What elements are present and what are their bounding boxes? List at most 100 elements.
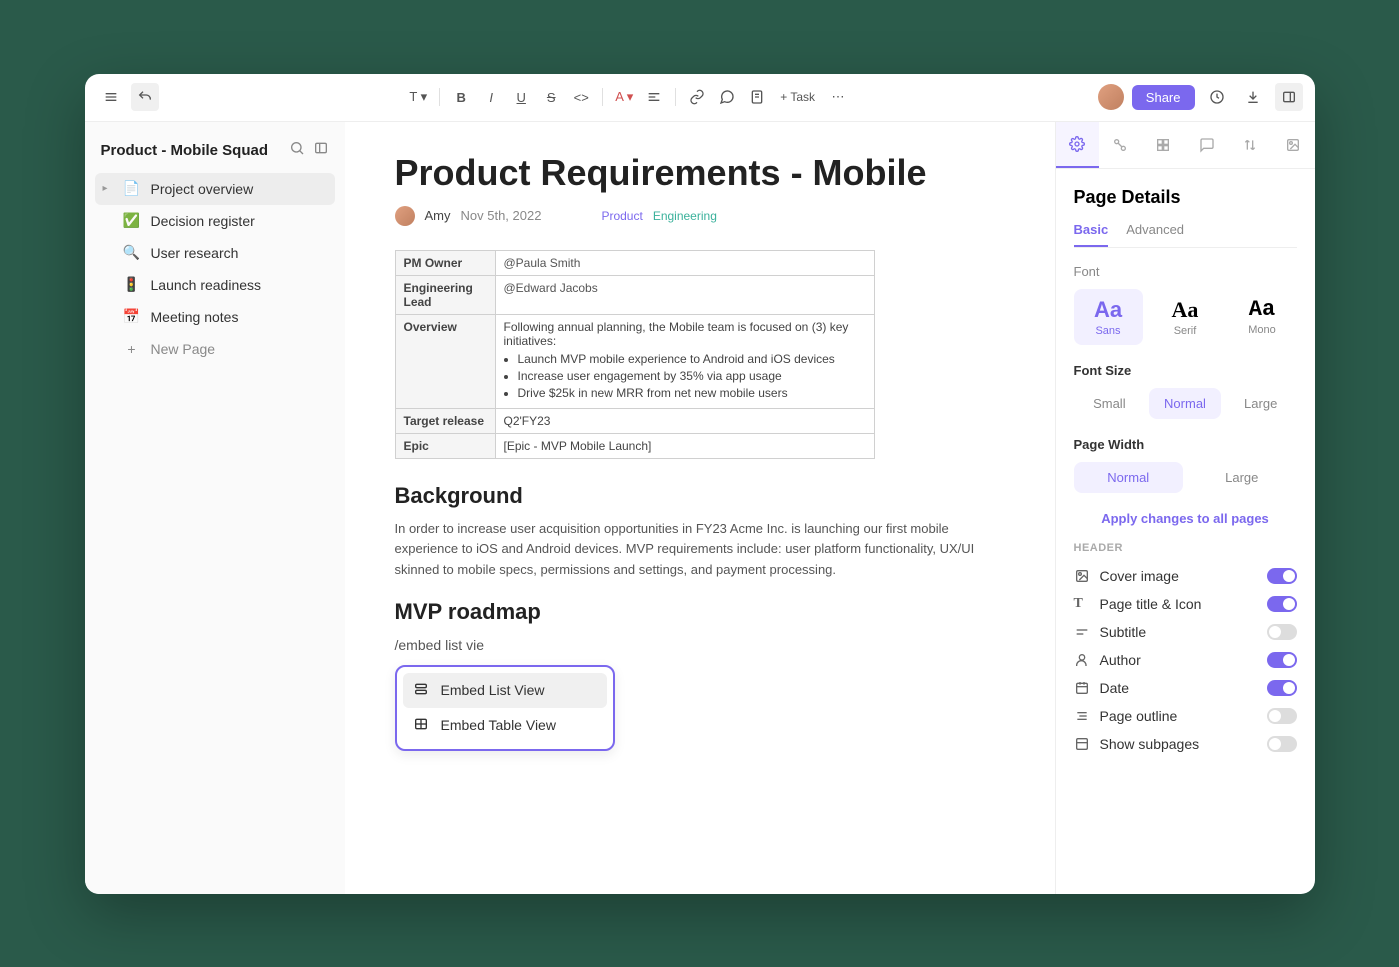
toggle-row: TPage title & Icon [1074,590,1297,618]
sidebar: Product - Mobile Squad ▸📄Project overvie… [85,122,345,894]
text-style-dropdown[interactable]: T ▾ [405,84,431,110]
underline-button[interactable]: U [508,84,534,110]
italic-button[interactable]: I [478,84,504,110]
page-meta: Amy Nov 5th, 2022 Product Engineering [395,206,1005,226]
toggle-row: Author [1074,646,1297,674]
sidebar-item[interactable]: ▸📄Project overview [95,173,335,205]
more-button[interactable]: ⋯ [825,84,851,110]
background-heading[interactable]: Background [395,483,1005,509]
outline-icon [1074,708,1090,724]
size-large[interactable]: Large [1225,388,1297,419]
page-title[interactable]: Product Requirements - Mobile [395,152,1005,194]
nav-label: Meeting notes [151,309,239,325]
undo-icon[interactable] [131,83,159,111]
tag-product[interactable]: Product [601,209,642,223]
toggle-label: Date [1100,680,1130,696]
nav-icon: 🔍 [123,244,141,262]
toggle-label: Subtitle [1100,624,1147,640]
history-icon[interactable] [1203,83,1231,111]
overview-bullet: Increase user engagement by 35% via app … [518,369,866,383]
share-button[interactable]: Share [1132,85,1195,110]
page-details-panel: Page Details Basic Advanced Font AaSans … [1055,122,1315,894]
overview-cell[interactable]: Following annual planning, the Mobile te… [495,314,874,408]
download-icon[interactable] [1239,83,1267,111]
comment-button[interactable] [714,84,740,110]
panel-toggle-icon[interactable] [1275,83,1303,111]
author-icon [1074,652,1090,668]
settings-tab-icon[interactable] [1056,122,1099,168]
header-section: HEADER [1074,542,1297,554]
tag-engineering[interactable]: Engineering [653,209,717,223]
font-mono[interactable]: AaMono [1228,289,1297,345]
nav-label: Decision register [151,213,255,229]
attachment-button[interactable] [744,84,770,110]
code-button[interactable]: <> [568,84,594,110]
size-small[interactable]: Small [1074,388,1146,419]
nav-label: Project overview [151,181,254,197]
font-label: Font [1074,264,1297,279]
sort-tab-icon[interactable] [1228,122,1271,168]
toggle-label: Cover image [1100,568,1179,584]
comments-tab-icon[interactable] [1185,122,1228,168]
toggle-switch[interactable] [1267,624,1297,640]
toggle-switch[interactable] [1267,652,1297,668]
slash-command-text[interactable]: /embed list vie [395,637,1005,653]
pm-owner-value[interactable]: @Paula Smith [495,250,874,275]
toggle-row: Date [1074,674,1297,702]
toggle-switch[interactable] [1267,736,1297,752]
sidebar-collapse-icon[interactable] [313,140,329,161]
list-icon [413,681,429,700]
requirements-table: PM Owner@Paula Smith Engineering Lead@Ed… [395,250,875,459]
bold-button[interactable]: B [448,84,474,110]
relations-tab-icon[interactable] [1099,122,1142,168]
epic-value[interactable]: [Epic - MVP Mobile Launch] [495,433,874,458]
menu-icon[interactable] [97,83,125,111]
embed-list-view-option[interactable]: Embed List View [403,673,607,708]
nav-label: User research [151,245,239,261]
toggle-switch[interactable] [1267,596,1297,612]
nav-icon: 📅 [123,308,141,326]
sidebar-item[interactable]: 🔍 User research [95,237,335,269]
sidebar-item[interactable]: 📅 Meeting notes [95,301,335,333]
toggle-label: Page outline [1100,708,1178,724]
sidebar-item[interactable]: 🚦Launch readiness [95,269,335,301]
embed-table-view-option[interactable]: Embed Table View [403,708,607,743]
toggle-row: Cover image [1074,562,1297,590]
add-task-button[interactable]: + Task [774,90,821,104]
new-page-button[interactable]: + New Page [95,333,335,365]
new-page-label: New Page [151,341,216,357]
size-normal[interactable]: Normal [1149,388,1221,419]
width-normal[interactable]: Normal [1074,462,1184,493]
toggle-switch[interactable] [1267,680,1297,696]
background-text[interactable]: In order to increase user acquisition op… [395,519,995,581]
toggle-switch[interactable] [1267,568,1297,584]
basic-tab[interactable]: Basic [1074,222,1109,247]
apply-all-link[interactable]: Apply changes to all pages [1074,511,1297,526]
panel-title: Page Details [1074,187,1297,208]
text-icon: T [1074,596,1090,612]
font-serif[interactable]: AaSerif [1151,289,1220,345]
user-avatar[interactable] [1098,84,1124,110]
target-value[interactable]: Q2'FY23 [495,408,874,433]
text-color-button[interactable]: A ▾ [611,84,637,110]
nav-label: Launch readiness [151,277,262,293]
link-button[interactable] [684,84,710,110]
search-icon[interactable] [289,140,305,161]
font-sans[interactable]: AaSans [1074,289,1143,345]
table-icon [413,716,429,735]
templates-tab-icon[interactable] [1142,122,1185,168]
sidebar-item[interactable]: ✅Decision register [95,205,335,237]
page-width-label: Page Width [1074,437,1297,452]
align-button[interactable] [641,84,667,110]
width-large[interactable]: Large [1187,462,1297,493]
document-main: Product Requirements - Mobile Amy Nov 5t… [345,122,1055,894]
image-tab-icon[interactable] [1271,122,1314,168]
eng-lead-value[interactable]: @Edward Jacobs [495,275,874,314]
advanced-tab[interactable]: Advanced [1126,222,1184,247]
roadmap-heading[interactable]: MVP roadmap [395,599,1005,625]
strike-button[interactable]: S [538,84,564,110]
font-size-label: Font Size [1074,363,1297,378]
format-toolbar: T ▾ B I U S <> A ▾ + Task ⋯ [167,84,1090,110]
toggle-switch[interactable] [1267,708,1297,724]
toggle-label: Show subpages [1100,736,1200,752]
